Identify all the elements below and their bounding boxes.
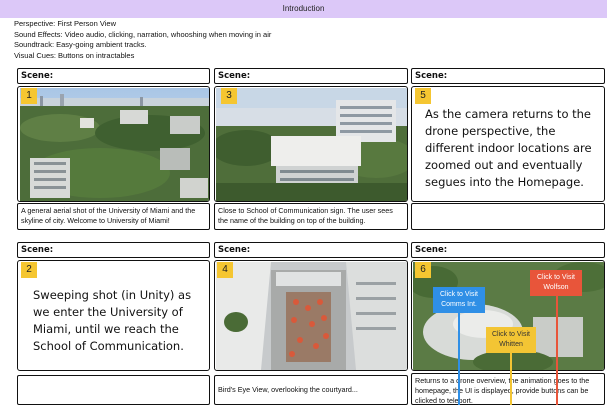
scene-caption-1: A general aerial shot of the University … xyxy=(17,203,210,230)
scene-caption-6: Returns to a drone overview, the animati… xyxy=(411,373,605,405)
visit-wolfson-button[interactable]: Click to Visit Wolfson xyxy=(530,270,582,296)
scene-label-3: Scene: xyxy=(214,68,408,84)
communication-building-image xyxy=(216,88,407,201)
scene-number-3: 3 xyxy=(221,88,237,104)
scene-caption-4: Bird's Eye View, overlooking the courtya… xyxy=(214,375,408,405)
comms-pointer-line xyxy=(458,300,460,405)
visit-whitten-button[interactable]: Click to Visit Whitten xyxy=(486,327,536,353)
scene-panel-1 xyxy=(17,86,210,202)
page-title: Introduction xyxy=(0,0,607,18)
scene-number-6: 6 xyxy=(415,262,431,278)
scene-panel-4 xyxy=(214,260,408,371)
scene-label-5: Scene: xyxy=(411,68,605,84)
scene-description-5: As the camera returns to the drone persp… xyxy=(425,107,592,189)
soundtrack-note: Soundtrack: Easy-going ambient tracks. xyxy=(14,40,147,49)
scene-description-2: Sweeping shot (in Unity) as we enter the… xyxy=(33,288,192,353)
scene-label-6: Scene: xyxy=(411,242,605,258)
scene-number-2: 2 xyxy=(21,262,37,278)
scene-number-4: 4 xyxy=(217,262,233,278)
perspective-note: Perspective: First Person View xyxy=(14,19,116,28)
aerial-campus-image xyxy=(20,88,209,201)
visit-comms-button[interactable]: Click to Visit Comms Int. xyxy=(433,287,485,313)
scene-panel-3 xyxy=(214,86,408,202)
storyboard-notes: Perspective: First Person View Sound Eff… xyxy=(14,19,271,61)
scene-number-5: 5 xyxy=(415,88,431,104)
scene-label-4: Scene: xyxy=(214,242,408,258)
sound-effects-note: Sound Effects: Video audio, clicking, na… xyxy=(14,29,272,39)
scene-label-1: Scene: xyxy=(17,68,210,84)
scene-label-2: Scene: xyxy=(17,242,210,258)
scene-caption-5 xyxy=(411,203,605,230)
wolfson-pointer-line xyxy=(556,290,558,405)
scene-number-1: 1 xyxy=(21,88,37,104)
visual-cues-note: Visual Cues: Buttons on intractables xyxy=(14,50,135,60)
courtyard-birdseye-image xyxy=(216,262,407,370)
scene-caption-2 xyxy=(17,375,210,405)
scene-caption-3: Close to School of Communication sign. T… xyxy=(214,203,408,230)
